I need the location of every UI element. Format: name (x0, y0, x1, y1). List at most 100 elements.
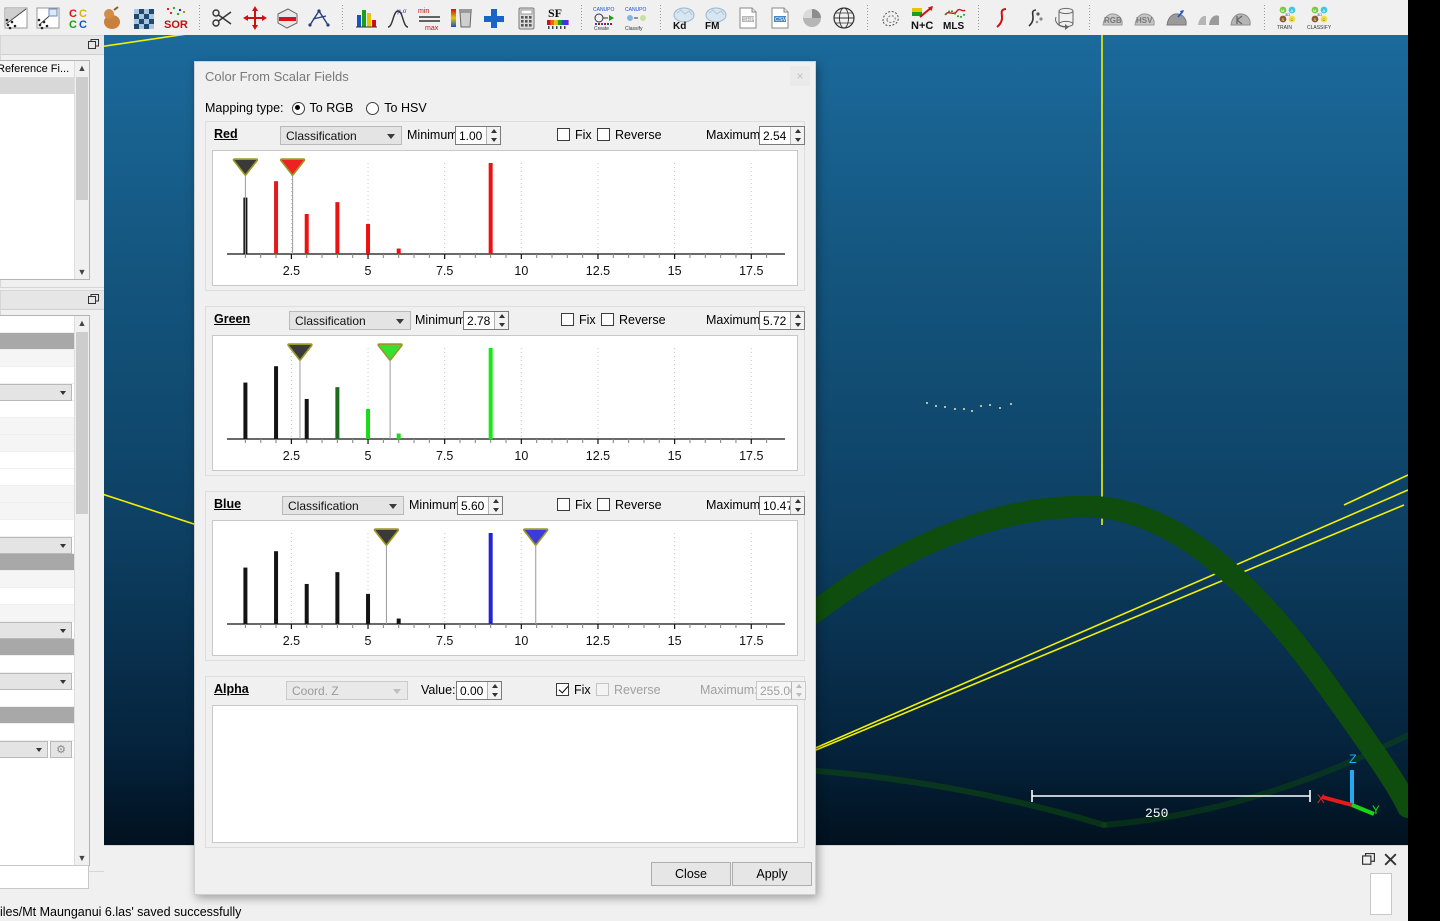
property-row[interactable] (0, 571, 75, 588)
blue-reverse-checkbox[interactable] (597, 498, 610, 511)
normals-icon[interactable] (97, 3, 127, 33)
segment-icon[interactable] (1, 3, 31, 33)
blue-histogram[interactable]: 2.557.51012.51517.5 (212, 520, 798, 656)
close-button[interactable]: Close (651, 862, 731, 886)
color-from-scalar-fields-icon[interactable]: SF (543, 3, 573, 33)
scalar-field-delete-icon[interactable] (447, 3, 477, 33)
contour-icon[interactable] (876, 3, 906, 33)
db-tree-listbox[interactable]: Reference Fi... ▲ ▼ (0, 60, 90, 280)
db-tree-scrollbar[interactable]: ▲ ▼ (74, 61, 89, 279)
fit-plane-icon[interactable] (304, 3, 334, 33)
property-row[interactable] (0, 452, 75, 469)
normals-and-curvature-icon[interactable]: N+C (908, 3, 938, 33)
add-scalar-field-icon[interactable] (479, 3, 509, 33)
globe-icon[interactable] (829, 3, 859, 33)
property-row[interactable] (0, 486, 75, 503)
scroll-up-icon[interactable]: ▲ (75, 61, 89, 75)
cc-colors-icon[interactable]: CCCC (65, 3, 95, 33)
crop-segment-icon[interactable] (33, 3, 63, 33)
alpha-fix-checkbox[interactable] (556, 683, 569, 696)
gaussian-stats-icon[interactable]: µ,σ (383, 3, 413, 33)
gear-icon[interactable]: ⚙ (50, 741, 72, 758)
properties-table[interactable]: ⚙ ▲ ▼ (0, 315, 90, 866)
scroll-thumb[interactable] (76, 332, 88, 514)
console-scroll-box[interactable] (1370, 873, 1392, 915)
property-row[interactable] (0, 622, 75, 639)
property-combo[interactable] (0, 741, 48, 758)
3dmasc-train-icon[interactable]: MASC3DTRAIN (1273, 3, 1303, 33)
properties-scrollbar[interactable]: ▲ ▼ (74, 316, 89, 865)
pie-sections-icon[interactable] (797, 3, 827, 33)
red-histogram[interactable]: 2.557.51012.51517.5 (212, 150, 798, 286)
canupo-classify-icon[interactable]: CANUPOClassify (622, 3, 652, 33)
close-icon[interactable]: × (790, 66, 810, 86)
calculator-icon[interactable] (511, 3, 541, 33)
blue-minimum-input[interactable]: 5.60 (457, 496, 503, 515)
float-icon[interactable] (88, 39, 99, 50)
float-icon[interactable] (88, 294, 99, 305)
rock-normal-icon[interactable] (1162, 3, 1192, 33)
scissors-icon[interactable] (208, 3, 238, 33)
apply-button[interactable]: Apply (732, 862, 812, 886)
blue-field-combo[interactable]: Classification (282, 496, 404, 515)
rgb-rock-icon[interactable]: RGB (1098, 3, 1128, 33)
property-row[interactable] (0, 724, 75, 741)
box-clip-icon[interactable] (272, 3, 302, 33)
property-row[interactable] (0, 673, 75, 690)
scatter-s-icon[interactable] (1019, 3, 1049, 33)
property-row[interactable] (0, 537, 75, 554)
red-reverse-checkbox[interactable] (597, 128, 610, 141)
scroll-down-icon[interactable]: ▼ (75, 851, 89, 865)
mls-smoothing-icon[interactable]: MLS (940, 3, 970, 33)
green-reverse-checkbox[interactable] (601, 313, 614, 326)
blue-maximum-input[interactable]: 10.47 (759, 496, 805, 515)
min-max-icon[interactable]: minmax (415, 3, 445, 33)
property-row[interactable] (0, 656, 75, 673)
curve-s-icon[interactable] (987, 3, 1017, 33)
property-row-with-settings[interactable]: ⚙ (0, 741, 75, 758)
dialog-titlebar[interactable]: Color From Scalar Fields × (195, 62, 815, 90)
red-field-combo[interactable]: Classification (280, 126, 402, 145)
scroll-up-icon[interactable]: ▲ (75, 316, 89, 330)
csv-export-icon[interactable]: CSV (765, 3, 795, 33)
shp-export-icon[interactable]: SHP (733, 3, 763, 33)
green-fix-checkbox[interactable] (561, 313, 574, 326)
property-row[interactable] (0, 384, 75, 401)
scroll-down-icon[interactable]: ▼ (75, 265, 89, 279)
green-histogram[interactable]: 2.557.51012.51517.5 (212, 335, 798, 471)
sor-filter-icon[interactable]: SOR (161, 3, 191, 33)
green-minimum-input[interactable]: 2.78 (463, 311, 509, 330)
red-fix-checkbox[interactable] (557, 128, 570, 141)
alpha-value-input[interactable]: 0.00 (456, 681, 502, 700)
property-combo[interactable] (0, 384, 72, 401)
property-row[interactable] (0, 690, 75, 707)
property-row[interactable] (0, 418, 75, 435)
radio-to-rgb[interactable] (292, 102, 305, 115)
green-maximum-input[interactable]: 5.72 (759, 311, 805, 330)
property-row[interactable] (0, 401, 75, 418)
green-field-combo[interactable]: Classification (289, 311, 411, 330)
property-row[interactable] (0, 503, 75, 520)
property-row[interactable] (0, 435, 75, 452)
blue-fix-checkbox[interactable] (557, 498, 570, 511)
property-row[interactable] (0, 588, 75, 605)
checkerboard-icon[interactable] (129, 3, 159, 33)
kd-tree-icon[interactable]: Kd (669, 3, 699, 33)
console-output-box[interactable] (0, 865, 89, 889)
hsv-rock-icon[interactable]: HSV (1130, 3, 1160, 33)
red-minimum-input[interactable]: 1.00 (455, 126, 501, 145)
close-icon[interactable] (1384, 853, 1397, 866)
property-row[interactable] (0, 469, 75, 486)
radio-to-hsv[interactable] (366, 102, 379, 115)
rotate-cylinder-icon[interactable] (1051, 3, 1081, 33)
property-combo[interactable] (0, 537, 72, 554)
red-maximum-input[interactable]: 2.54 (759, 126, 805, 145)
float-icon[interactable] (1362, 853, 1375, 866)
scroll-thumb[interactable] (76, 77, 88, 200)
translate-rotate-icon[interactable] (240, 3, 270, 33)
property-row[interactable] (0, 316, 75, 333)
rock-compare-icon[interactable] (1194, 3, 1224, 33)
property-combo[interactable] (0, 622, 72, 639)
property-row[interactable] (0, 350, 75, 367)
histogram-icon[interactable] (351, 3, 381, 33)
